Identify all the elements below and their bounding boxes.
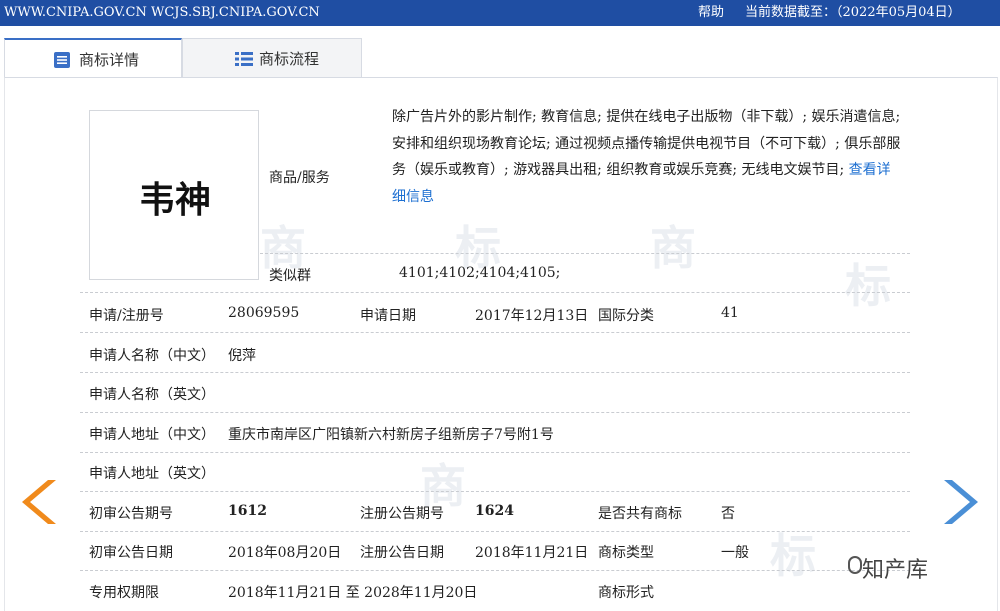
watermark-char: 标 bbox=[845, 259, 891, 313]
reg-pub-date-label: 注册公告日期 bbox=[360, 545, 444, 561]
goods-services: 除广告片外的影片制作; 教育信息; 提供在线电子出版物（非下载）; 娱乐消遣信息… bbox=[392, 104, 902, 210]
similar-group-value: 4101;4102;4104;4105; bbox=[399, 265, 561, 281]
reg-no-label: 申请/注册号 bbox=[89, 308, 164, 324]
tab-label: 商标流程 bbox=[259, 50, 320, 68]
document-list-icon bbox=[54, 52, 70, 68]
applicant-cn-label: 申请人名称（中文） bbox=[89, 348, 215, 364]
shared-value: 否 bbox=[721, 506, 735, 522]
reg-pub-no-label: 注册公告期号 bbox=[360, 506, 444, 522]
similar-group-label: 类似群 bbox=[269, 268, 311, 284]
intl-class-label: 国际分类 bbox=[598, 308, 654, 324]
help-link[interactable]: 帮助 bbox=[698, 0, 724, 26]
apply-date-value: 2017年12月13日 bbox=[475, 308, 589, 324]
divider bbox=[80, 491, 910, 492]
applicant-cn-value: 倪萍 bbox=[228, 348, 256, 364]
trademark-name: 韦神 bbox=[138, 180, 211, 221]
divider bbox=[80, 332, 910, 333]
list-icon bbox=[235, 52, 253, 66]
reg-pub-date-value: 2018年11月21日 bbox=[475, 545, 589, 561]
divider bbox=[80, 570, 910, 571]
exclusive-period-label: 专用权期限 bbox=[89, 585, 159, 601]
data-date: 当前数据截至：（2022年05月04日） bbox=[745, 5, 961, 20]
prelim-no-value: 1612 bbox=[228, 503, 267, 519]
next-arrow-icon[interactable] bbox=[942, 478, 978, 526]
shared-label: 是否共有商标 bbox=[598, 506, 682, 522]
tab-trademark-flow[interactable]: 商标流程 bbox=[182, 38, 362, 78]
trademark-image: 韦神 bbox=[89, 110, 259, 280]
tab-trademark-detail[interactable]: 商标详情 bbox=[4, 38, 182, 78]
divider bbox=[80, 412, 910, 413]
top-bar: WWW.CNIPA.GOV.CN WCJS.SBJ.CNIPA.GOV.CN 帮… bbox=[0, 0, 1000, 26]
site-url: WWW.CNIPA.GOV.CN WCJS.SBJ.CNIPA.GOV.CN bbox=[4, 5, 320, 20]
address-cn-label: 申请人地址（中文） bbox=[89, 427, 215, 443]
prev-arrow-icon[interactable] bbox=[22, 478, 58, 526]
tab-label: 商标详情 bbox=[79, 51, 140, 69]
goods-label: 商品/服务 bbox=[269, 170, 330, 186]
tm-type-label: 商标类型 bbox=[598, 545, 654, 561]
watermark-char: 标 bbox=[770, 529, 816, 583]
reg-no-value: 28069595 bbox=[228, 305, 300, 321]
reg-pub-no-value: 1624 bbox=[475, 503, 514, 519]
divider bbox=[80, 452, 910, 453]
watermark-char: 商 bbox=[650, 221, 696, 275]
wechat-icon bbox=[848, 556, 862, 574]
divider bbox=[80, 531, 910, 532]
prelim-date-value: 2018年08月20日 bbox=[228, 545, 342, 561]
address-cn-value: 重庆市南岸区广阳镇新六村新房子组新房子7号附1号 bbox=[228, 427, 554, 443]
divider bbox=[80, 372, 910, 373]
divider bbox=[260, 253, 910, 254]
tm-form-label: 商标形式 bbox=[598, 585, 654, 601]
tm-type-value: 一般 bbox=[721, 545, 749, 561]
address-en-label: 申请人地址（英文） bbox=[89, 466, 215, 482]
intl-class-value: 41 bbox=[721, 305, 739, 321]
prelim-date-label: 初审公告日期 bbox=[89, 545, 173, 561]
applicant-en-label: 申请人名称（英文） bbox=[89, 387, 215, 403]
prelim-no-label: 初审公告期号 bbox=[89, 506, 173, 522]
divider bbox=[80, 292, 910, 293]
apply-date-label: 申请日期 bbox=[360, 308, 416, 324]
brand-watermark: 知产库 bbox=[862, 558, 929, 583]
exclusive-period-value: 2018年11月21日 至 2028年11月20日 bbox=[228, 585, 478, 601]
goods-text: 除广告片外的影片制作; 教育信息; 提供在线电子出版物（非下载）; 娱乐消遣信息… bbox=[392, 109, 901, 178]
